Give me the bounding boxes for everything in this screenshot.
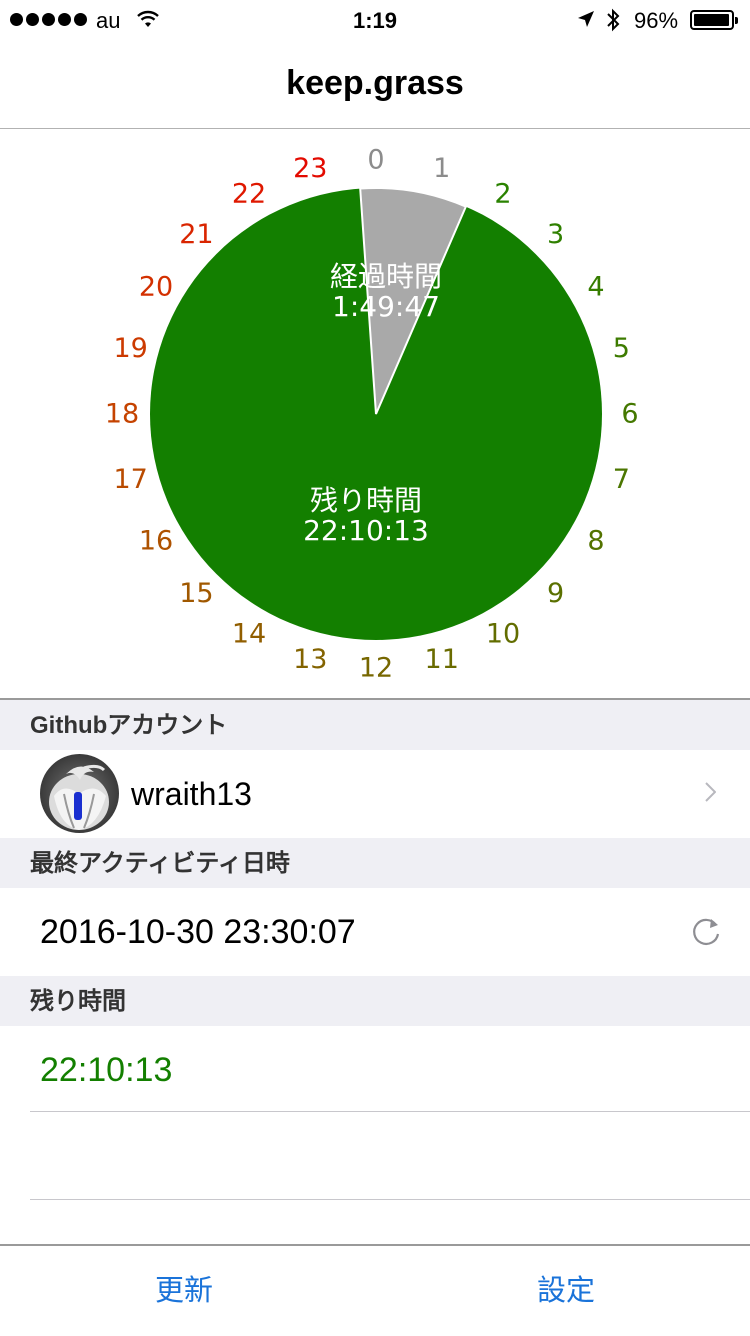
separator-line bbox=[30, 1199, 750, 1200]
hour-label: 4 bbox=[587, 272, 604, 303]
countdown-clock: 0 1 2 3 4 5 6 7 8 9 10 11 12 13 14 15 16 17 18 19 20 21 22 23 経… bbox=[0, 129, 750, 698]
hour-label: 11 bbox=[425, 644, 459, 675]
last-activity-cell: 2016-10-30 23:30:07 bbox=[0, 888, 750, 976]
hour-label: 20 bbox=[139, 272, 173, 303]
hour-label: 2 bbox=[494, 179, 511, 210]
hour-label: 17 bbox=[113, 464, 147, 495]
last-activity-datetime: 2016-10-30 23:30:07 bbox=[40, 913, 356, 951]
hour-label: 22 bbox=[232, 179, 266, 210]
hour-label: 18 bbox=[105, 399, 139, 430]
hour-label: 16 bbox=[139, 526, 173, 557]
hour-label: 8 bbox=[587, 526, 604, 557]
avatar bbox=[40, 754, 119, 833]
navigation-bar: keep.grass bbox=[0, 40, 750, 129]
remaining-label: 残り時間 bbox=[310, 484, 422, 517]
remaining-time-value: 22:10:13 bbox=[40, 1051, 173, 1089]
remaining-time-cell: 22:10:13 bbox=[0, 1026, 750, 1114]
settings-table: Githubアカウント wraith13 最終アクティビティ日時 2016-10… bbox=[0, 698, 750, 1245]
page-title: keep.grass bbox=[286, 64, 464, 102]
hour-label: 6 bbox=[621, 399, 638, 430]
hour-label: 12 bbox=[359, 653, 393, 684]
hour-label: 19 bbox=[113, 333, 147, 364]
elapsed-label: 経過時間 bbox=[330, 260, 442, 293]
hour-label: 5 bbox=[613, 333, 630, 364]
refresh-icon[interactable] bbox=[690, 916, 722, 948]
hour-label: 0 bbox=[367, 145, 384, 176]
remaining-time: 22:10:13 bbox=[303, 514, 429, 547]
bluetooth-icon bbox=[607, 8, 620, 32]
chevron-right-icon bbox=[705, 782, 716, 802]
hour-label: 13 bbox=[293, 644, 327, 675]
status-bar: au 1:19 96% bbox=[0, 0, 750, 40]
github-account-cell[interactable]: wraith13 bbox=[0, 750, 750, 838]
hour-label: 9 bbox=[547, 578, 564, 609]
settings-button[interactable]: 設定 bbox=[486, 1246, 646, 1334]
section-header-remaining-time: 残り時間 bbox=[0, 976, 750, 1026]
bottom-toolbar: 更新 設定 bbox=[0, 1244, 750, 1334]
section-header-account: Githubアカウント bbox=[0, 700, 750, 750]
clock-chart: 0 1234567891011121314151617181920212223 経… bbox=[105, 145, 639, 684]
hour-label: 1 bbox=[433, 153, 450, 184]
battery-percent: 96% bbox=[634, 8, 679, 33]
battery-icon bbox=[690, 10, 738, 30]
location-arrow-icon bbox=[578, 11, 594, 27]
separator-line bbox=[30, 1111, 750, 1112]
github-username: wraith13 bbox=[131, 776, 252, 812]
hour-label: 15 bbox=[179, 578, 213, 609]
hour-label: 10 bbox=[486, 618, 520, 649]
hour-label: 3 bbox=[547, 219, 564, 250]
elapsed-time: 1:49:47 bbox=[332, 290, 440, 323]
section-header-last-activity: 最終アクティビティ日時 bbox=[0, 838, 750, 888]
update-button[interactable]: 更新 bbox=[104, 1246, 264, 1334]
hour-label: 23 bbox=[293, 153, 327, 184]
hour-label: 14 bbox=[232, 618, 266, 649]
hour-label: 21 bbox=[179, 219, 213, 250]
hour-label: 7 bbox=[613, 464, 630, 495]
